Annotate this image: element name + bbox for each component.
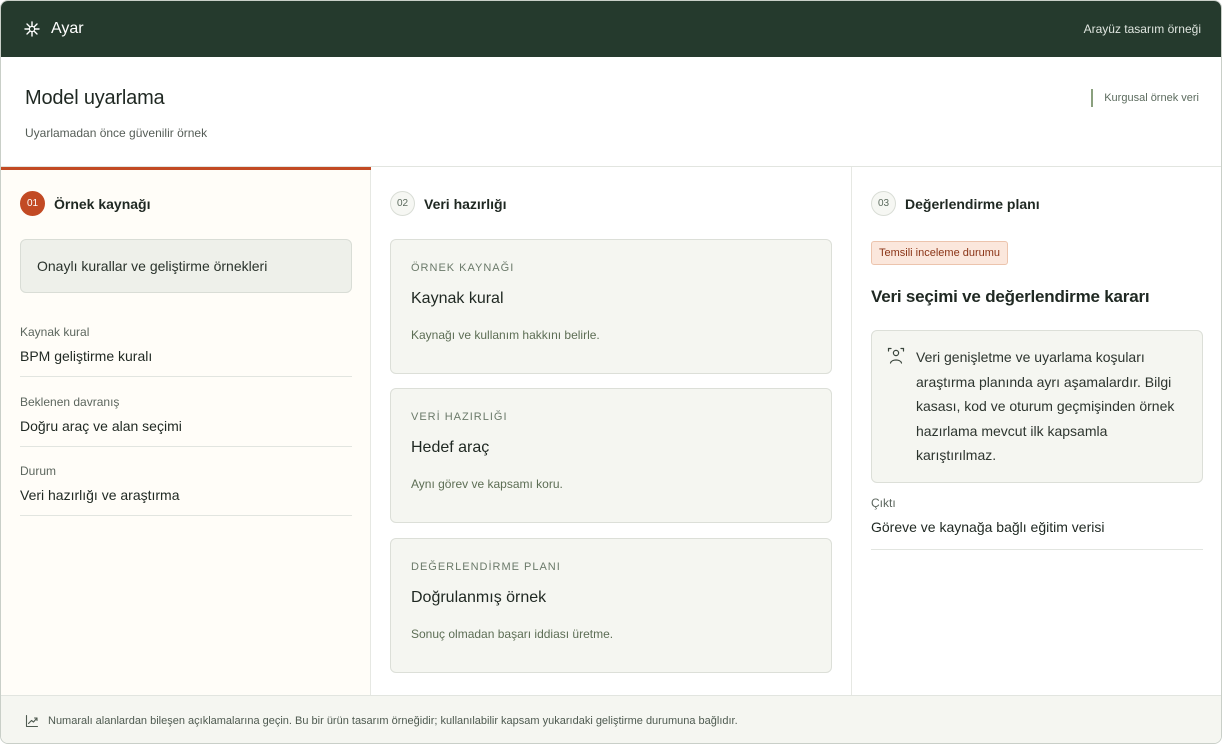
page-header: Model uyarlama Uyarlamadan önce güvenili… [1, 57, 1221, 167]
section-data-preparation: 02 Veri hazırlığı ÖRNEK KAYNAĞI Kaynak k… [371, 167, 852, 695]
card-title: Hedef araç [411, 439, 490, 456]
card-title: Kaynak kural [411, 290, 504, 307]
step-title: Örnek kaynağı [54, 195, 151, 212]
status-badge: Temsili inceleme durumu [871, 241, 1009, 265]
note-text: Veri genişletme ve uyarlama koşuları ara… [916, 349, 1175, 463]
card-description: Aynı görev ve kapsamı koru. [411, 477, 563, 491]
top-bar-caption: Arayüz tasarım örneği [1083, 22, 1201, 36]
data-note: Kurgusal örnek veri [1091, 89, 1199, 107]
card-evaluation-plan[interactable]: DEĞERLENDİRME PLANI Doğrulanmış örnek So… [390, 538, 832, 673]
field-status: Durum Veri hazırlığı ve araştırma [20, 464, 352, 516]
step-number: 01 [20, 191, 45, 216]
brand[interactable]: Ayar [23, 20, 84, 38]
section-evaluation-plan: 03 Değerlendirme planı Temsili inceleme … [852, 167, 1221, 695]
trend-chart-icon [25, 714, 39, 727]
sparkle-icon [24, 21, 40, 37]
field-expected-behavior: Beklenen davranış Doğru araç ve alan seç… [20, 395, 352, 447]
page-title: Model uyarlama [25, 87, 165, 109]
app-name: Ayar [51, 20, 84, 37]
card-title: Doğrulanmış örnek [411, 589, 547, 606]
decision-title: Veri seçimi ve değerlendirme kararı [871, 287, 1150, 306]
step-number: 03 [871, 191, 896, 216]
source-summary: Onaylı kurallar ve geliştirme örnekleri [20, 239, 352, 293]
field-value: Doğru araç ve alan seçimi [20, 418, 182, 434]
step-number: 02 [390, 191, 415, 216]
field-label: Beklenen davranış [20, 395, 120, 409]
info-note: Veri genişletme ve uyarlama koşuları ara… [871, 330, 1203, 483]
step-header-03[interactable]: 03 Değerlendirme planı [871, 191, 1040, 216]
active-step-indicator [1, 167, 371, 170]
app-window: Ayar Arayüz tasarım örneği Model uyarlam… [0, 0, 1222, 744]
field-label: Kaynak kural [20, 325, 90, 339]
card-description: Kaynağı ve kullanım hakkını belirle. [411, 328, 600, 342]
field-value: Veri hazırlığı ve araştırma [20, 487, 180, 503]
card-data-preparation[interactable]: VERİ HAZIRLIĞI Hedef araç Aynı görev ve … [390, 388, 832, 523]
card-eyebrow: DEĞERLENDİRME PLANI [411, 561, 561, 573]
footer-text: Numaralı alanlardan bileşen açıklamaları… [48, 714, 738, 727]
step-header-02[interactable]: 02 Veri hazırlığı [390, 191, 506, 216]
field-output: Çıktı Göreve ve kaynağa bağlı eğitim ver… [871, 496, 1203, 550]
person-scan-icon [887, 347, 905, 364]
field-label: Durum [20, 464, 57, 478]
footer: Numaralı alanlardan bileşen açıklamaları… [1, 695, 1221, 743]
step-header-01[interactable]: 01 Örnek kaynağı [20, 191, 151, 216]
field-value: Göreve ve kaynağa bağlı eğitim verisi [871, 519, 1105, 535]
card-sample-source[interactable]: ÖRNEK KAYNAĞI Kaynak kural Kaynağı ve ku… [390, 239, 832, 374]
page-subtitle: Uyarlamadan önce güvenilir örnek [25, 126, 208, 140]
top-bar: Ayar Arayüz tasarım örneği [1, 1, 1221, 57]
card-description: Sonuç olmadan başarı iddiası üretme. [411, 627, 614, 641]
field-value: BPM geliştirme kuralı [20, 348, 153, 364]
card-eyebrow: VERİ HAZIRLIĞI [411, 411, 508, 423]
step-title: Değerlendirme planı [905, 195, 1040, 212]
field-label: Çıktı [871, 496, 896, 510]
section-sample-source: 01 Örnek kaynağı Onaylı kurallar ve geli… [1, 167, 371, 695]
card-eyebrow: ÖRNEK KAYNAĞI [411, 262, 515, 274]
field-source-rule: Kaynak kural BPM geliştirme kuralı [20, 325, 352, 377]
step-title: Veri hazırlığı [424, 195, 507, 212]
